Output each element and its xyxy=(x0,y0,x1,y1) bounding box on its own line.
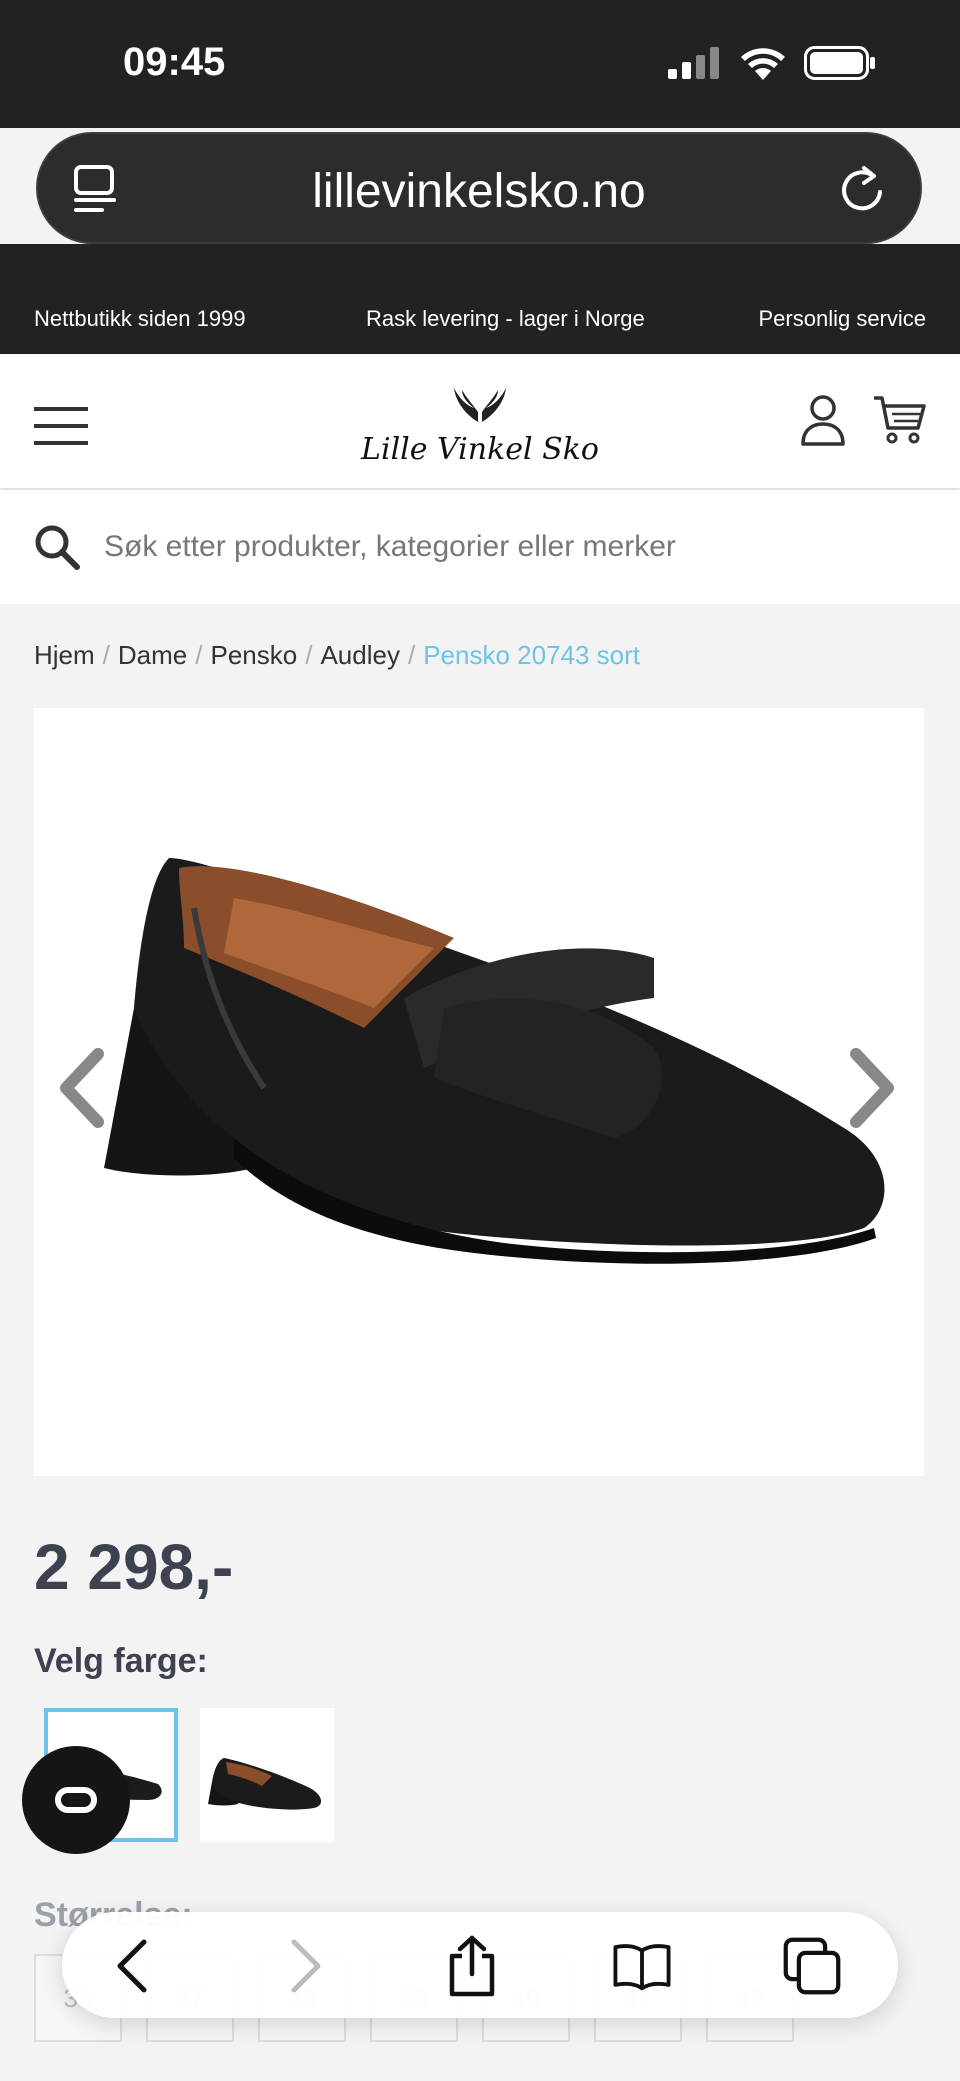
breadcrumb-separator: / xyxy=(102,640,110,670)
status-bar: 09:45 xyxy=(0,0,960,128)
site-header: Lille Vinkel Sko xyxy=(0,354,960,488)
tabs-icon xyxy=(783,1937,841,1995)
breadcrumb-dame[interactable]: Dame xyxy=(118,640,187,670)
info-right: Personlig service xyxy=(758,306,926,331)
product-image-gallery[interactable] xyxy=(34,708,924,1476)
url-text[interactable]: lillevinkelsko.no xyxy=(38,164,920,219)
chevron-left-icon[interactable] xyxy=(56,1048,106,1128)
tabs-button[interactable] xyxy=(782,1936,842,1996)
url-bar[interactable]: lillevinkelsko.no xyxy=(36,132,922,244)
breadcrumb-separator: / xyxy=(305,640,313,670)
breadcrumb-audley[interactable]: Audley xyxy=(320,640,400,670)
battery-icon xyxy=(804,46,875,80)
color-label: Velg farge: xyxy=(34,1642,208,1680)
chevron-right-icon xyxy=(291,1939,321,1993)
status-icons xyxy=(668,46,876,80)
signal-icon xyxy=(668,47,719,79)
forward-button[interactable] xyxy=(276,1936,336,1996)
search-bar[interactable]: Søk etter produkter, kategorier eller me… xyxy=(0,490,960,604)
info-center: Rask levering - lager i Norge xyxy=(366,306,645,331)
info-left: Nettbutikk siden 1999 xyxy=(34,306,246,331)
search-icon xyxy=(35,525,80,570)
cobrowse-icon xyxy=(55,1787,97,1813)
cart-icon[interactable] xyxy=(872,394,926,446)
product-price: 2 298,- xyxy=(34,1531,234,1603)
share-icon xyxy=(449,1935,495,1997)
color-swatch-option[interactable] xyxy=(200,1708,334,1842)
logo-text: Lille Vinkel Sko xyxy=(361,432,599,467)
breadcrumb-separator: / xyxy=(195,640,203,670)
breadcrumb-separator: / xyxy=(407,640,416,670)
breadcrumb-current: Pensko 20743 sort xyxy=(423,640,641,670)
product-shoe-image xyxy=(104,858,885,1264)
chevron-right-icon[interactable] xyxy=(848,1048,898,1128)
bookmarks-button[interactable] xyxy=(612,1936,672,1996)
swatch-shoe-image xyxy=(208,1758,322,1810)
logo-wings-icon xyxy=(454,388,506,422)
share-button[interactable] xyxy=(442,1935,502,1997)
browser-toolbar xyxy=(62,1912,898,2018)
breadcrumb: Hjem / Dame / Pensko / Audley / Pensko 20743 sor… xyxy=(34,640,640,671)
menu-icon[interactable] xyxy=(34,406,88,446)
search-input[interactable]: Søk etter produkter, kategorier eller me… xyxy=(104,530,676,564)
bookmarks-icon xyxy=(613,1944,671,1991)
info-bar: Nettbutikk siden 1999 Rask levering - la… xyxy=(0,244,960,354)
breadcrumb-home[interactable]: Hjem xyxy=(34,640,95,670)
chevron-left-icon xyxy=(117,1939,147,1993)
cobrowse-button[interactable] xyxy=(22,1746,130,1854)
user-icon[interactable] xyxy=(800,394,846,446)
reload-icon[interactable] xyxy=(838,162,886,214)
breadcrumb-pensko[interactable]: Pensko xyxy=(211,640,298,670)
site-logo[interactable]: Lille Vinkel Sko xyxy=(360,382,600,472)
wifi-icon xyxy=(741,48,785,80)
status-time: 09:45 xyxy=(123,40,226,84)
back-button[interactable] xyxy=(102,1936,162,1996)
